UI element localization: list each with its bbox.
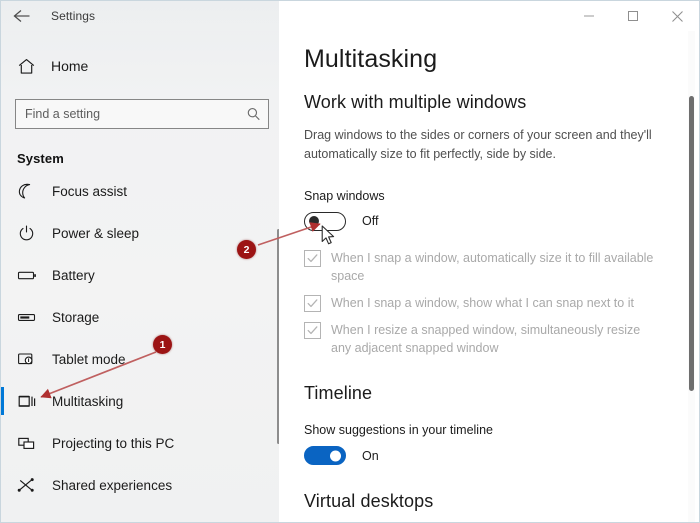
sidebar-item-label: Projecting to this PC (52, 435, 175, 451)
sidebar-item-power-and-sleep[interactable]: Power & sleep (1, 212, 279, 254)
snap-windows-toggle[interactable] (304, 211, 346, 231)
sidebar-item-label: Storage (52, 309, 100, 325)
snap-option-label: When I snap a window, show what I can sn… (331, 296, 634, 310)
sidebar-item-tablet-mode[interactable]: Tablet mode (1, 338, 279, 380)
sidebar-item-label: Multitasking (52, 393, 124, 409)
home-icon (17, 57, 47, 76)
checkbox-show-what-i-can-snap[interactable] (304, 295, 321, 312)
power-icon (17, 224, 47, 243)
sidebar-item-home[interactable]: Home (1, 47, 279, 85)
settings-window: Settings Home Find a setting System Focu… (0, 0, 700, 523)
sidebar-item-focus-assist[interactable]: Focus assist (1, 170, 279, 212)
sidebar-item-label: Focus assist (52, 183, 128, 199)
moon-icon (17, 182, 47, 201)
sidebar-item-label: Battery (52, 267, 95, 283)
sidebar-item-projecting-to-this-pc[interactable]: Projecting to this PC (1, 422, 279, 464)
tablet-mode-icon (17, 350, 47, 369)
back-button[interactable] (1, 1, 43, 31)
show-suggestions-toggle-state: On (362, 448, 379, 463)
show-suggestions-label: Show suggestions in your timeline (304, 423, 493, 438)
minimize-button[interactable] (567, 1, 611, 31)
snap-option-label: When I resize a snapped window, simultan… (331, 323, 641, 356)
snap-option-row[interactable]: When I snap a window, show what I can sn… (304, 294, 699, 312)
projecting-icon (17, 434, 47, 453)
sidebar-item-home-label: Home (51, 58, 89, 74)
snap-options-list: When I snap a window, automatically size… (304, 249, 699, 358)
toggle-knob (330, 450, 341, 462)
sidebar-item-storage[interactable]: Storage (1, 296, 279, 338)
snap-option-label: When I snap a window, automatically size… (331, 250, 654, 283)
section-heading-timeline: Timeline (304, 383, 373, 404)
main-scrollbar-thumb[interactable] (689, 96, 694, 391)
sidebar-item-multitasking[interactable]: Multitasking (1, 380, 279, 422)
sidebar-scrollbar-thumb[interactable] (277, 229, 279, 444)
section-heading-work-with-multiple-windows: Work with multiple windows (304, 92, 527, 112)
sidebar-item-label: Tablet mode (52, 351, 126, 367)
sidebar-item-label: Shared experiences (52, 477, 173, 493)
toggle-knob (309, 216, 319, 227)
main-panel: Multitasking Work with multiple windows … (279, 1, 699, 522)
snap-windows-toggle-row: Off (304, 211, 699, 231)
snap-description: Drag windows to the sides or corners of … (304, 128, 652, 162)
multitasking-icon (17, 392, 47, 411)
sidebar-item-shared-experiences[interactable]: Shared experiences (1, 464, 279, 506)
page-title: Multitasking (304, 45, 438, 73)
back-arrow-icon (12, 9, 32, 23)
storage-icon (17, 308, 47, 327)
search-icon[interactable] (246, 107, 261, 122)
close-button[interactable] (655, 1, 699, 31)
sidebar-item-label: Power & sleep (52, 225, 140, 241)
snap-windows-label: Snap windows (304, 188, 385, 203)
title-bar-right (279, 1, 699, 31)
show-suggestions-toggle-row: On (304, 446, 699, 466)
show-suggestions-toggle[interactable] (304, 446, 346, 466)
checkbox-fill-available-space[interactable] (304, 249, 321, 267)
snap-windows-toggle-state: Off (362, 214, 379, 229)
close-icon (671, 10, 684, 23)
shared-experiences-icon (17, 476, 47, 495)
search-box[interactable] (15, 99, 269, 129)
checkbox-resize-adjacent-snapped-window[interactable] (304, 322, 321, 340)
snap-option-row[interactable]: When I snap a window, automatically size… (304, 249, 699, 285)
sidebar: Home System Focus as (1, 1, 279, 522)
sidebar-item-battery[interactable]: Battery (1, 254, 279, 296)
search-input[interactable] (16, 101, 268, 127)
section-heading-virtual-desktops: Virtual desktops (304, 491, 434, 512)
battery-icon (17, 266, 47, 285)
minimize-icon (583, 10, 595, 22)
title-bar: Settings (1, 1, 699, 31)
maximize-button[interactable] (611, 1, 655, 31)
sidebar-group-label: System (17, 151, 64, 166)
snap-option-row[interactable]: When I resize a snapped window, simultan… (304, 321, 699, 357)
title-bar-left: Settings (1, 1, 279, 31)
app-title: Settings (51, 9, 96, 23)
maximize-icon (627, 10, 639, 22)
